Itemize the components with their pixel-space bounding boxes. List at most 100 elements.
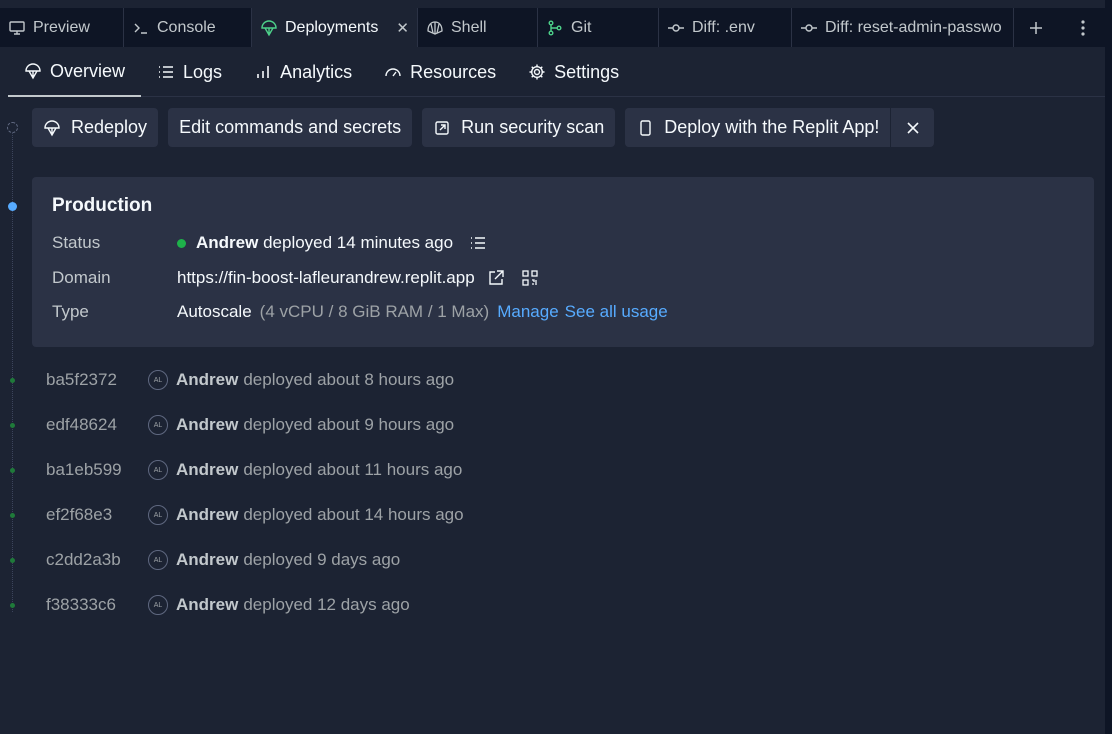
history-row[interactable]: ba1eb599 AL Andrew deployed about 11 hou… (46, 458, 462, 482)
commit-hash: edf48624 (46, 415, 117, 434)
history-row[interactable]: edf48624 AL Andrew deployed about 9 hour… (46, 413, 454, 437)
external-link-icon[interactable] (487, 269, 505, 287)
list-icon (157, 63, 175, 81)
history-row[interactable]: c2dd2a3b AL Andrew deployed 9 days ago (46, 548, 400, 572)
deployments-subnav: Overview Logs Analytics Resources Settin… (8, 47, 1105, 97)
logs-list-icon[interactable] (469, 234, 487, 252)
tab-preview[interactable]: Preview (0, 8, 124, 47)
deployer-name: Andrew (176, 460, 239, 479)
status-label: Status (52, 233, 101, 252)
tab-label: Preview (33, 18, 90, 36)
subnav-label: Analytics (280, 61, 353, 82)
status-user: Andrew (196, 233, 259, 252)
avatar: AL (148, 460, 168, 480)
close-tab-icon[interactable]: ✕ (396, 19, 409, 37)
commit-hash: ef2f68e3 (46, 505, 113, 524)
phone-icon (636, 119, 654, 137)
deployments-icon (43, 119, 61, 137)
edit-commands-button[interactable]: Edit commands and secrets (168, 108, 413, 147)
tab-console[interactable]: Console (124, 8, 252, 47)
type-value: Autoscale (177, 302, 252, 321)
history-row[interactable]: f38333c6 AL Andrew deployed 12 days ago (46, 593, 410, 617)
timeline-pending-dot (7, 122, 18, 133)
tab-deployments[interactable]: Deployments ✕ (252, 8, 418, 47)
timeline-current-dot (8, 202, 17, 211)
history-row[interactable]: ba5f2372 AL Andrew deployed about 8 hour… (46, 368, 454, 392)
subnav-logs[interactable]: Logs (141, 47, 238, 97)
deployer-name: Andrew (176, 595, 239, 614)
domain-label: Domain (52, 268, 111, 287)
security-scan-label: Run security scan (461, 117, 605, 137)
subnav-overview[interactable]: Overview (8, 47, 142, 97)
edit-commands-label: Edit commands and secrets (179, 117, 402, 137)
deployer-name: Andrew (176, 370, 239, 389)
avatar: AL (148, 505, 168, 525)
deployer-name: Andrew (176, 505, 239, 524)
timeline-dot (10, 378, 15, 383)
shell-icon (426, 19, 444, 37)
gauge-icon (384, 63, 402, 81)
history-row[interactable]: ef2f68e3 AL Andrew deployed about 14 hou… (46, 503, 464, 527)
tab-diff-env[interactable]: Diff: .env (659, 8, 792, 47)
commit-icon (667, 19, 685, 37)
subnav-label: Resources (410, 61, 497, 82)
domain-link[interactable]: https://fin-boost-lafleurandrew.replit.a… (177, 268, 475, 288)
tab-shell[interactable]: Shell (418, 8, 538, 47)
timeline-dot (10, 558, 15, 563)
qr-code-icon[interactable] (521, 269, 539, 287)
commit-hash: ba1eb599 (46, 460, 122, 479)
tab-label: Diff: reset-admin-passwo (825, 18, 1002, 36)
see-usage-link[interactable]: See all usage (565, 302, 668, 322)
timeline-dot (10, 513, 15, 518)
git-icon (546, 19, 564, 37)
new-tab-button[interactable] (1014, 8, 1058, 47)
deployer-name: Andrew (176, 415, 239, 434)
tab-diff-reset-admin[interactable]: Diff: reset-admin-passwo (792, 8, 1014, 47)
tab-git[interactable]: Git (538, 8, 659, 47)
commit-hash: c2dd2a3b (46, 550, 121, 569)
tab-label: Diff: .env (692, 18, 755, 36)
monitor-icon (8, 19, 26, 37)
gear-icon (528, 63, 546, 81)
subnav-resources[interactable]: Resources (368, 47, 512, 97)
deployment-actions: Redeploy Edit commands and secrets Run s… (32, 108, 935, 147)
commit-hash: f38333c6 (46, 595, 116, 614)
security-scan-button[interactable]: Run security scan (422, 108, 616, 147)
subnav-label: Settings (554, 61, 620, 82)
status-text: deployed 14 minutes ago (263, 233, 454, 252)
deployments-icon (24, 62, 42, 80)
more-options-icon[interactable] (1061, 8, 1105, 47)
deploy-mobile-label: Deploy with the Replit App! (664, 117, 880, 137)
timeline-dot (10, 603, 15, 608)
status-dot (177, 238, 186, 248)
type-label: Type (52, 302, 89, 321)
terminal-icon (132, 19, 150, 37)
deploy-time: deployed about 14 hours ago (243, 505, 464, 524)
deploy-time: deployed about 11 hours ago (243, 460, 463, 479)
scan-icon (433, 119, 451, 137)
production-title: Production (52, 195, 153, 216)
subnav-settings[interactable]: Settings (512, 47, 635, 97)
avatar: AL (148, 595, 168, 615)
status-row: Status Andrew deployed 14 minutes ago (52, 233, 487, 253)
deployer-name: Andrew (176, 550, 239, 569)
commit-hash: ba5f2372 (46, 370, 117, 389)
type-row: Type Autoscale (4 vCPU / 8 GiB RAM / 1 M… (52, 302, 668, 322)
deploy-time: deployed 9 days ago (243, 550, 401, 569)
avatar: AL (148, 550, 168, 570)
manage-link[interactable]: Manage (497, 302, 558, 322)
deploy-mobile-button[interactable]: Deploy with the Replit App! (625, 108, 891, 147)
tab-label: Shell (451, 18, 487, 36)
avatar: AL (148, 415, 168, 435)
deploy-time: deployed about 8 hours ago (243, 370, 455, 389)
deployments-icon (260, 19, 278, 37)
bar-chart-icon (254, 63, 272, 81)
close-icon[interactable] (890, 108, 934, 147)
subnav-analytics[interactable]: Analytics (238, 47, 368, 97)
type-detail: (4 vCPU / 8 GiB RAM / 1 Max) (259, 302, 490, 321)
redeploy-button[interactable]: Redeploy (32, 108, 159, 147)
mobile-app-promo: Deploy with the Replit App! (625, 108, 935, 147)
tab-label: Git (571, 18, 592, 36)
timeline-dot (10, 423, 15, 428)
redeploy-label: Redeploy (71, 117, 148, 137)
